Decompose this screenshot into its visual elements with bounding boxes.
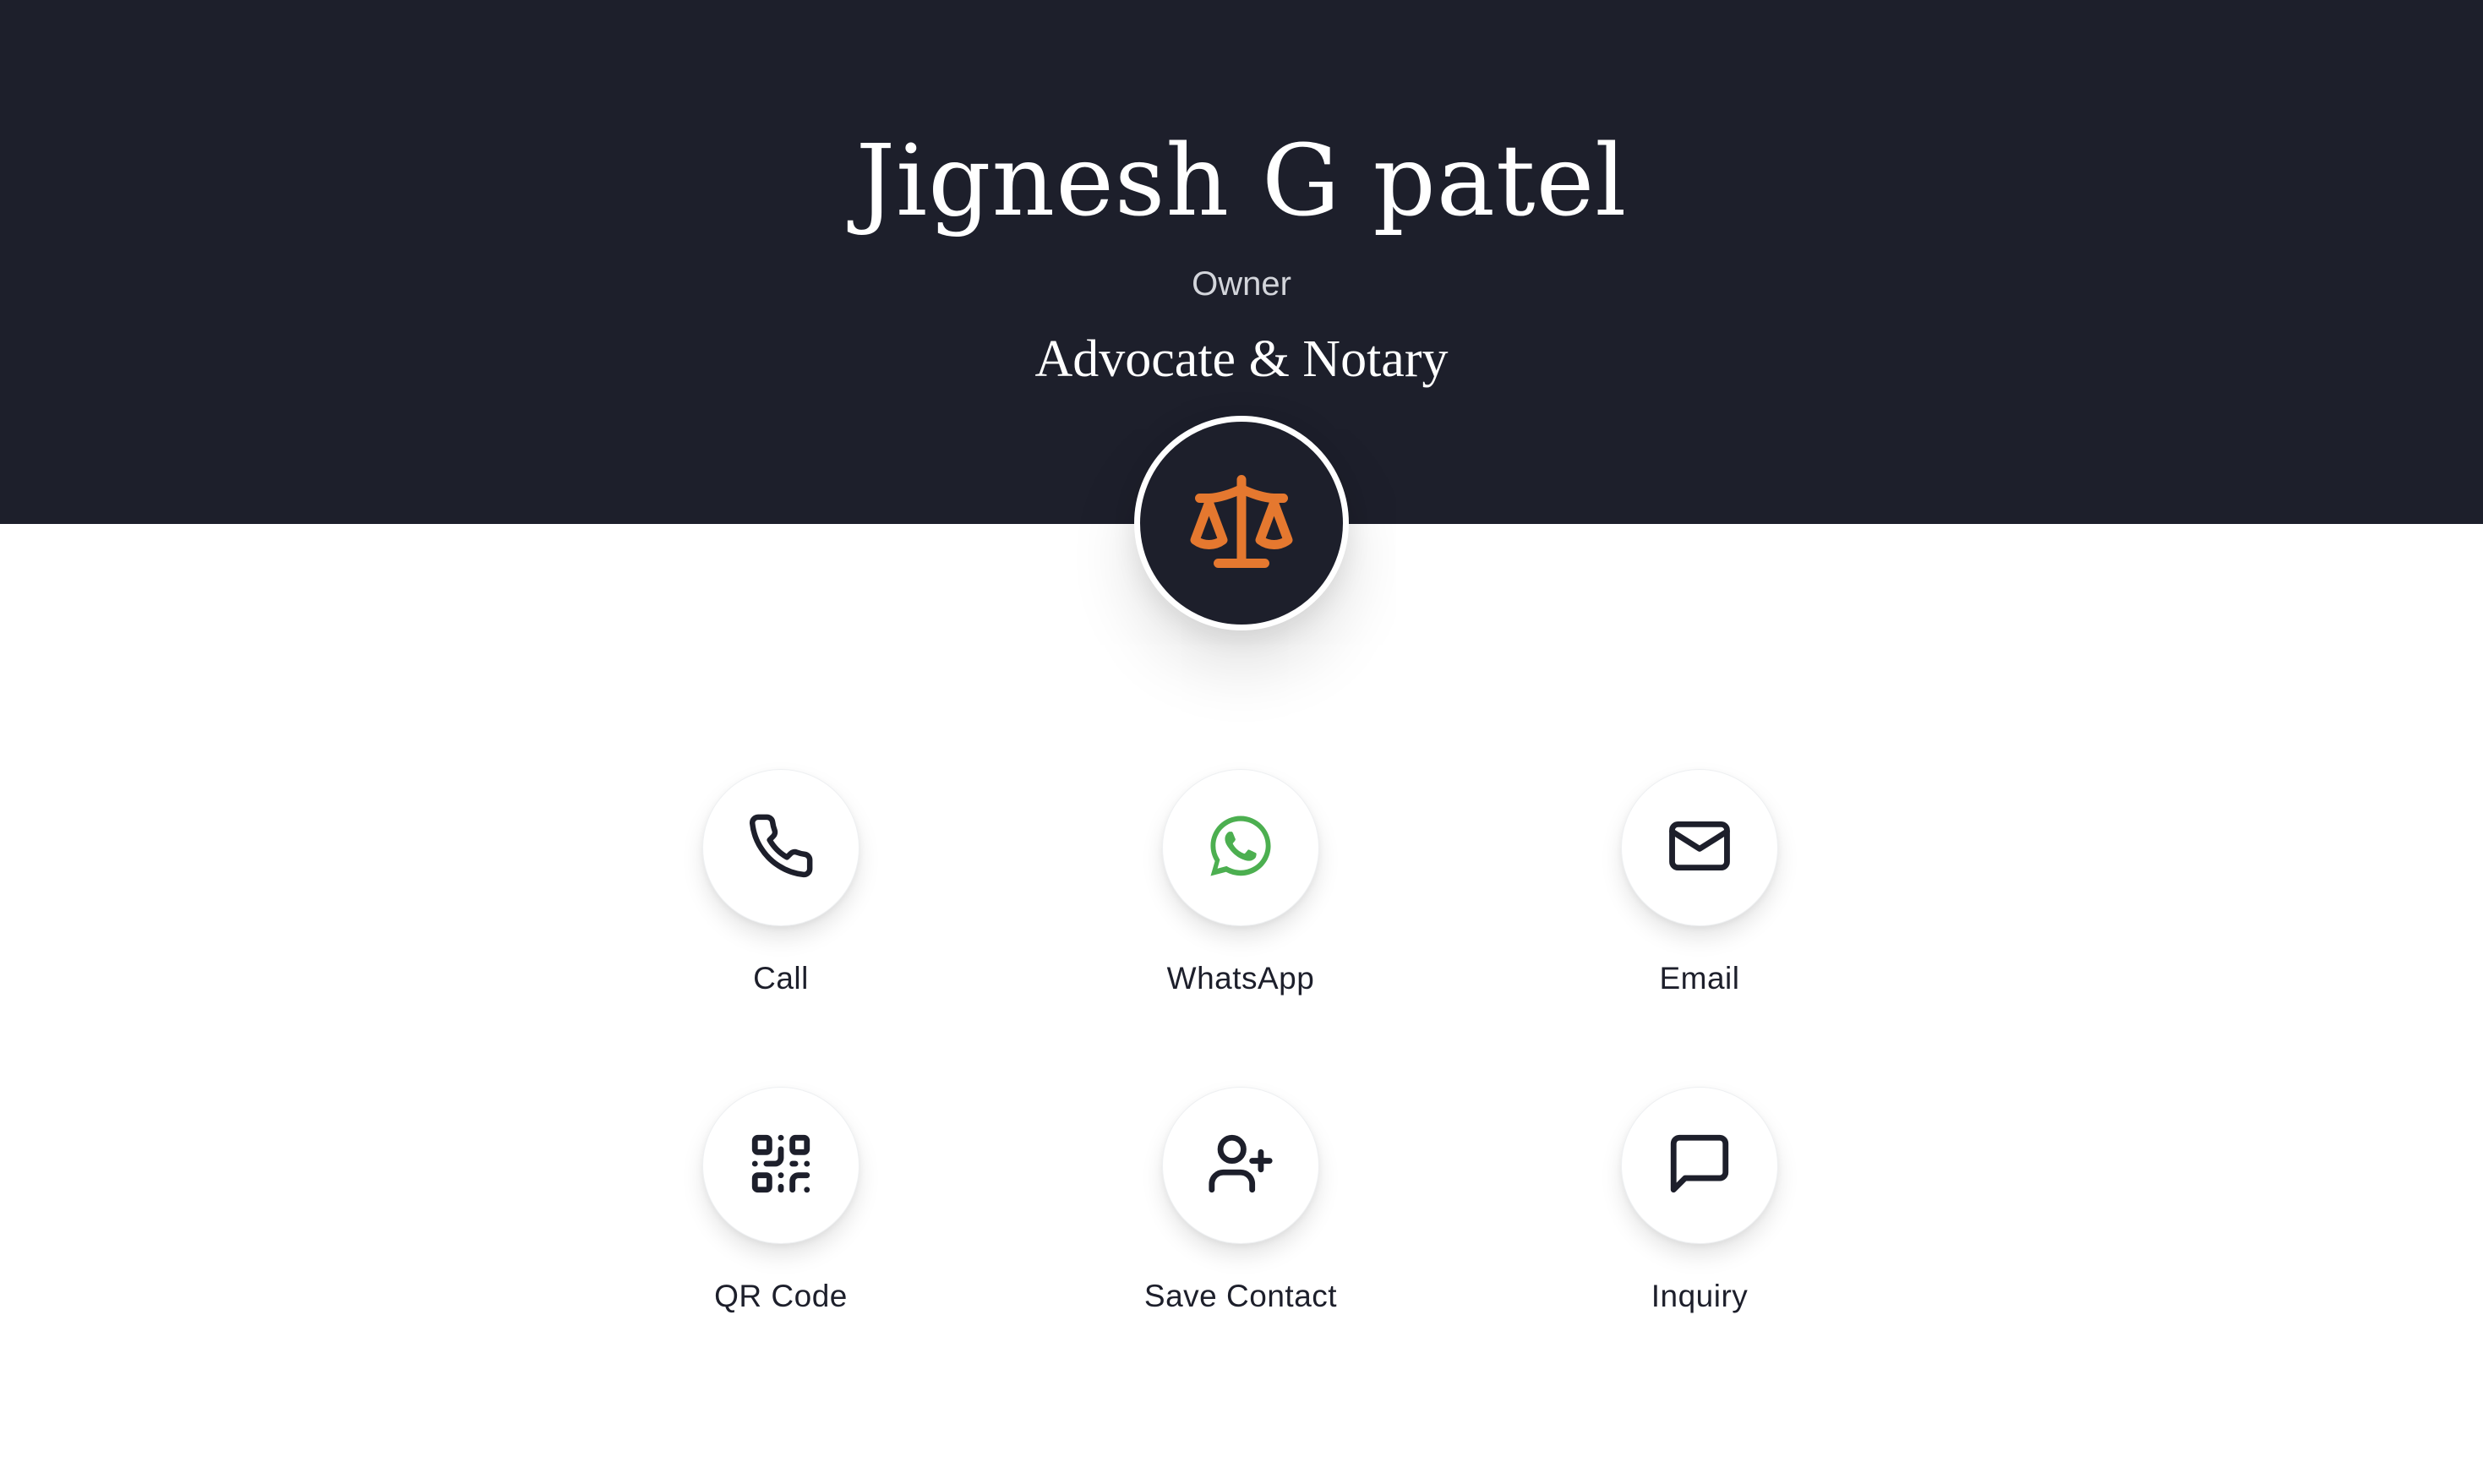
qr-code-action[interactable]: QR Code [603, 1087, 958, 1317]
phone-icon [746, 811, 816, 885]
business-card-page: Jignesh G patel Owner Advocate & Notary [0, 0, 2483, 1484]
contact-actions: Call WhatsApp Email QR Code Save Contact… [0, 0, 2483, 1484]
whatsapp-icon [1206, 811, 1275, 885]
inquiry-label: Inquiry [1651, 1279, 1749, 1313]
mail-icon [1665, 811, 1734, 885]
call-action[interactable]: Call [603, 769, 958, 999]
whatsapp-button[interactable] [1162, 769, 1319, 926]
call-label: Call [753, 961, 809, 996]
save-contact-button[interactable] [1162, 1087, 1319, 1244]
call-button[interactable] [702, 769, 860, 926]
email-button[interactable] [1621, 769, 1778, 926]
qr-code-label: QR Code [714, 1279, 848, 1313]
whatsapp-action[interactable]: WhatsApp [1063, 769, 1418, 999]
inquiry-button[interactable] [1621, 1087, 1778, 1244]
user-plus-icon [1206, 1129, 1275, 1203]
save-contact-label: Save Contact [1143, 1279, 1338, 1313]
save-contact-action[interactable]: Save Contact [1063, 1087, 1418, 1317]
email-action[interactable]: Email [1522, 769, 1877, 999]
inquiry-action[interactable]: Inquiry [1522, 1087, 1877, 1317]
email-label: Email [1659, 961, 1740, 996]
message-square-icon [1665, 1129, 1734, 1203]
qr-code-button[interactable] [702, 1087, 860, 1244]
qr-code-icon [746, 1129, 816, 1203]
whatsapp-label: WhatsApp [1166, 961, 1315, 996]
